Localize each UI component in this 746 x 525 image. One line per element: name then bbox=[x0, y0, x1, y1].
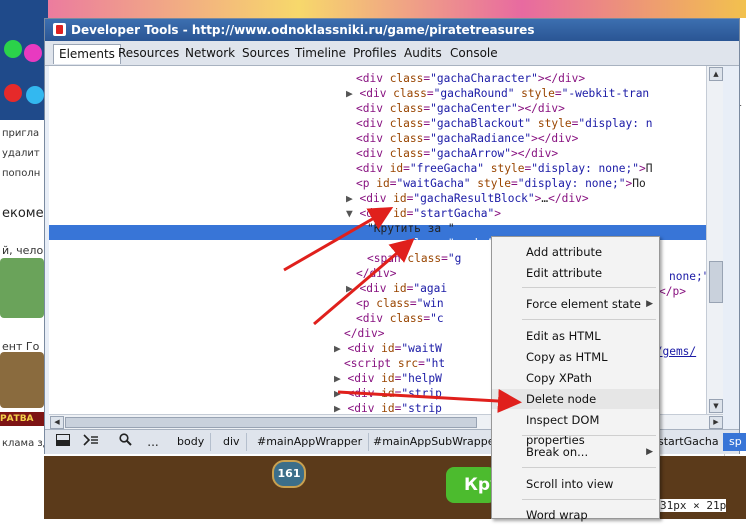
arrow-to-span bbox=[313, 238, 415, 326]
arrow-to-startgacha bbox=[283, 207, 394, 272]
arrow-to-delete-node bbox=[337, 389, 522, 413]
annotation-arrows bbox=[283, 207, 522, 413]
